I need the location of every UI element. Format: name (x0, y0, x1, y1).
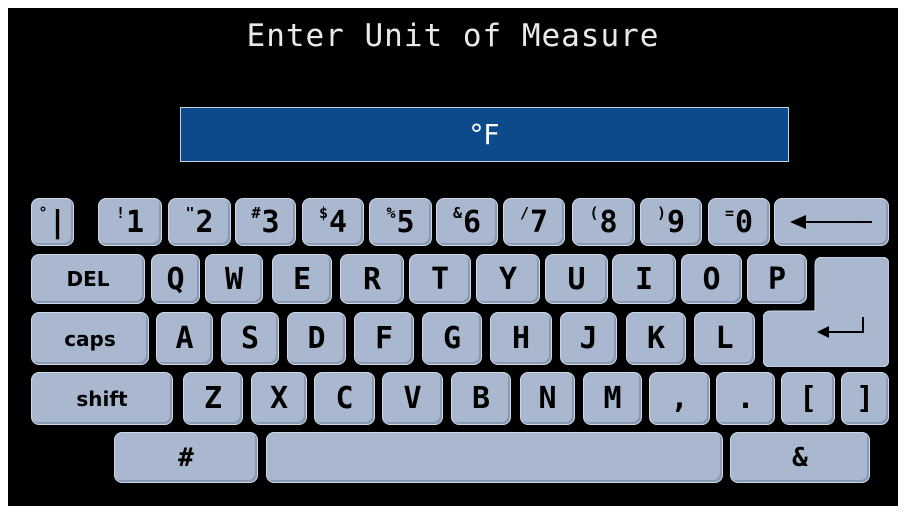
spacebar[interactable] (266, 432, 723, 483)
key-c[interactable]: C (314, 372, 375, 425)
backspace-key[interactable] (774, 198, 889, 246)
key-e[interactable]: E (272, 254, 332, 304)
key-v[interactable]: V (382, 372, 443, 425)
key-w[interactable]: W (205, 254, 263, 304)
key-2[interactable]: " 2 (168, 198, 231, 246)
key-1[interactable]: ! 1 (98, 198, 162, 246)
ampersand-key[interactable]: & (730, 432, 870, 483)
key-l[interactable]: L (694, 312, 755, 365)
key-y[interactable]: Y (476, 254, 540, 304)
key-a[interactable]: A (156, 312, 213, 365)
key-6[interactable]: & 6 (436, 198, 498, 246)
delete-key[interactable]: DEL (31, 254, 145, 304)
key-g[interactable]: G (422, 312, 482, 365)
key-t[interactable]: T (409, 254, 471, 304)
key-8[interactable]: (8 (572, 198, 635, 246)
key-f[interactable]: F (354, 312, 414, 365)
key-0[interactable]: = 0 (708, 198, 770, 246)
shift-key[interactable]: shift (31, 372, 173, 425)
enter-key[interactable] (763, 257, 889, 367)
unit-input-field[interactable]: °F (180, 107, 789, 162)
key-5[interactable]: % 5 (369, 198, 432, 246)
key-comma[interactable]: , (649, 372, 710, 425)
key-9[interactable]: ) 9 (640, 198, 702, 246)
key-4[interactable]: $4 (302, 198, 364, 246)
key-h[interactable]: H (490, 312, 552, 365)
key-d[interactable]: D (287, 312, 346, 365)
key-b[interactable]: B (451, 372, 511, 425)
key-z[interactable]: Z (183, 372, 243, 425)
caps-lock-key[interactable]: caps (31, 312, 149, 365)
hash-key[interactable]: # (114, 432, 258, 483)
key-7[interactable]: /7 (503, 198, 565, 246)
key-q[interactable]: Q (151, 254, 200, 304)
key-period[interactable]: . (716, 372, 775, 425)
backspace-arrow-icon (789, 215, 872, 229)
key-u[interactable]: U (545, 254, 608, 304)
key-s[interactable]: S (221, 312, 279, 365)
key-x[interactable]: X (251, 372, 307, 425)
key-k[interactable]: K (626, 312, 686, 365)
key-j[interactable]: J (560, 312, 617, 365)
key-o[interactable]: O (681, 254, 742, 304)
key-right-bracket[interactable]: ] (841, 372, 889, 425)
keyboard-screen: Enter Unit of Measure °F ° | ! 1 " 2 #3 $4 … (8, 8, 898, 506)
key-r[interactable]: R (340, 254, 404, 304)
screen-title: Enter Unit of Measure (246, 18, 660, 54)
key-3[interactable]: #3 (235, 198, 296, 246)
key-degree-pipe[interactable]: ° | (31, 198, 74, 246)
key-left-bracket[interactable]: [ (781, 372, 835, 425)
key-n[interactable]: N (520, 372, 575, 425)
key-i[interactable]: I (612, 254, 676, 304)
key-m[interactable]: M (583, 372, 642, 425)
